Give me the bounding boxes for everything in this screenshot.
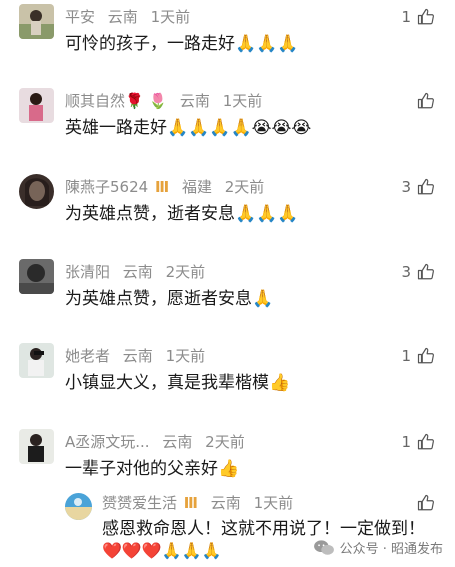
comment-meta: A丞源文玩... 云南 2天前 <box>65 431 253 453</box>
like-count: 1 <box>401 8 411 26</box>
thumbs-up-icon <box>417 347 434 364</box>
avatar[interactable] <box>19 259 54 294</box>
comment-text: 可怜的孩子，一路走好🙏🙏🙏 <box>65 34 299 54</box>
like-count: 3 <box>401 263 411 281</box>
comment-meta: 顺其自然🌹 🌷 云南 1天前 <box>65 90 270 112</box>
location: 福建 <box>181 178 212 196</box>
avatar[interactable] <box>19 429 54 464</box>
comment-item: 她老者 云南 1天前 1 小镇显大义，真是我辈楷模👍 <box>0 343 455 419</box>
timestamp: 1天前 <box>253 494 294 512</box>
username[interactable]: 她老者 <box>65 347 110 365</box>
like-button[interactable] <box>417 492 435 514</box>
like-count: 3 <box>401 178 411 196</box>
level-badge: Ⅲ <box>154 178 170 196</box>
like-button[interactable]: 1 <box>401 6 435 28</box>
thumbs-up-icon <box>417 8 434 25</box>
comment-item: 陳燕子5624 Ⅲ 福建 2天前 3 为英雄点赞，逝者安息🙏🙏🙏 <box>0 174 455 250</box>
comment-item: 平安 云南 1天前 1 可怜的孩子，一路走好🙏🙏🙏 <box>0 4 455 80</box>
like-count: 1 <box>401 347 411 365</box>
location: 云南 <box>122 347 153 365</box>
comment-meta: 她老者 云南 1天前 <box>65 345 213 367</box>
like-button[interactable]: 1 <box>401 431 435 453</box>
location: 云南 <box>162 433 193 451</box>
avatar[interactable] <box>19 343 54 378</box>
comment-text: 一辈子对他的父亲好👍 <box>65 459 240 479</box>
avatar[interactable] <box>19 88 54 123</box>
username[interactable]: 张清阳 <box>65 263 110 281</box>
thumbs-up-icon <box>417 178 434 195</box>
avatar[interactable] <box>19 174 54 209</box>
location: 云南 <box>122 263 153 281</box>
wechat-icon <box>313 539 334 555</box>
timestamp: 1天前 <box>222 92 263 110</box>
thumbs-up-icon <box>417 433 434 450</box>
location: 云南 <box>210 494 241 512</box>
comment-item: 张清阳 云南 2天前 3 为英雄点赞，愿逝者安息🙏 <box>0 259 455 335</box>
username[interactable]: A丞源文玩... <box>65 433 150 451</box>
like-button[interactable]: 1 <box>401 345 435 367</box>
like-button[interactable]: 3 <box>401 176 435 198</box>
comment-item: 顺其自然🌹 🌷 云南 1天前 英雄一路走好🙏🙏🙏🙏😭😭😭 <box>0 88 455 164</box>
comment-text: 英雄一路走好🙏🙏🙏🙏😭😭😭 <box>65 118 312 138</box>
thumbs-up-icon <box>417 494 434 511</box>
comment-text: 为英雄点赞，逝者安息🙏🙏🙏 <box>65 204 299 224</box>
reply-meta: 赟赟爱生活 Ⅲ 云南 1天前 <box>102 492 293 514</box>
thumbs-up-icon <box>417 92 434 109</box>
watermark: 公众号 · 昭通发布 <box>313 538 443 557</box>
comment-text: 为英雄点赞，愿逝者安息🙏 <box>65 289 274 309</box>
username[interactable]: 陳燕子5624 <box>65 178 148 196</box>
comment-meta: 平安 云南 1天前 <box>65 6 198 28</box>
reply-emoji: ❤️❤️❤️🙏🙏🙏 <box>102 541 222 560</box>
like-count: 1 <box>401 433 411 451</box>
comment-list: 平安 云南 1天前 1 可怜的孩子，一路走好🙏🙏🙏 顺其自然🌹 🌷 云南 1天前… <box>0 0 455 567</box>
timestamp: 1天前 <box>150 8 191 26</box>
username[interactable]: 赟赟爱生活 <box>102 494 177 512</box>
watermark-text: 公众号 · 昭通发布 <box>339 542 443 557</box>
timestamp: 1天前 <box>165 347 206 365</box>
comment-meta: 陳燕子5624 Ⅲ 福建 2天前 <box>65 176 272 198</box>
avatar[interactable] <box>19 4 54 39</box>
timestamp: 2天前 <box>224 178 265 196</box>
level-badge: Ⅲ <box>183 494 198 512</box>
thumbs-up-icon <box>417 263 434 280</box>
location: 云南 <box>107 8 138 26</box>
username[interactable]: 平安 <box>65 8 95 26</box>
username[interactable]: 顺其自然🌹 🌷 <box>65 92 167 110</box>
comment-meta: 张清阳 云南 2天前 <box>65 261 213 283</box>
like-button[interactable]: 3 <box>401 261 435 283</box>
location: 云南 <box>179 92 210 110</box>
comment-text: 小镇显大义，真是我辈楷模👍 <box>65 373 291 393</box>
timestamp: 2天前 <box>205 433 245 451</box>
avatar[interactable] <box>65 493 92 520</box>
like-button[interactable] <box>417 90 435 112</box>
timestamp: 2天前 <box>165 263 206 281</box>
